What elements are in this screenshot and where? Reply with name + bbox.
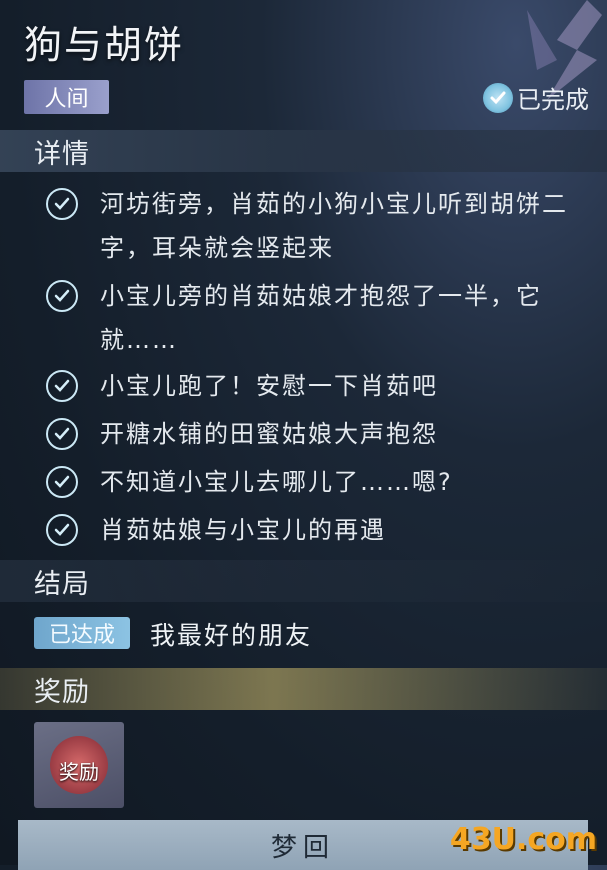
details-header: 详情 bbox=[0, 130, 607, 172]
ending-achieved-badge: 已达成 bbox=[34, 617, 130, 649]
details-title: 详情 bbox=[34, 138, 90, 170]
quest-status: 已完成 bbox=[483, 80, 589, 115]
task-text: 肖茹姑娘与小宝儿的再遇 bbox=[100, 516, 386, 544]
check-icon bbox=[46, 514, 78, 546]
task-text: 河坊街旁，肖茹的小狗小宝儿听到胡饼二字，耳朵就会竖起来 bbox=[100, 190, 568, 262]
ending-row: 已达成 我最好的朋友 bbox=[0, 614, 607, 654]
site-watermark: 43U.com bbox=[449, 822, 597, 857]
reward-title: 奖励 bbox=[34, 676, 90, 708]
ending-header: 结局 bbox=[0, 560, 607, 602]
quest-title: 狗与胡饼 bbox=[24, 23, 185, 67]
reward-header: 奖励 bbox=[0, 668, 607, 710]
ending-title: 结局 bbox=[34, 568, 90, 600]
status-label: 已完成 bbox=[517, 86, 589, 114]
reward-item-label: 奖励 bbox=[59, 760, 99, 784]
task-text: 小宝儿跑了！安慰一下肖茹吧 bbox=[100, 372, 438, 400]
check-circle-icon bbox=[483, 82, 513, 113]
reward-item[interactable]: 奖励 bbox=[34, 722, 124, 808]
check-icon bbox=[46, 280, 78, 312]
check-icon bbox=[46, 418, 78, 450]
task-text: 不知道小宝儿去哪儿了……嗯? bbox=[100, 468, 453, 496]
ending-text: 我最好的朋友 bbox=[150, 621, 313, 650]
check-icon bbox=[46, 466, 78, 498]
check-icon bbox=[46, 370, 78, 402]
check-icon bbox=[46, 188, 78, 220]
task-text: 开糖水铺的田蜜姑娘大声抱怨 bbox=[100, 420, 438, 448]
region-badge: 人间 bbox=[24, 80, 109, 114]
task-text: 小宝儿旁的肖茹姑娘才抱怨了一半，它就…… bbox=[100, 282, 542, 354]
